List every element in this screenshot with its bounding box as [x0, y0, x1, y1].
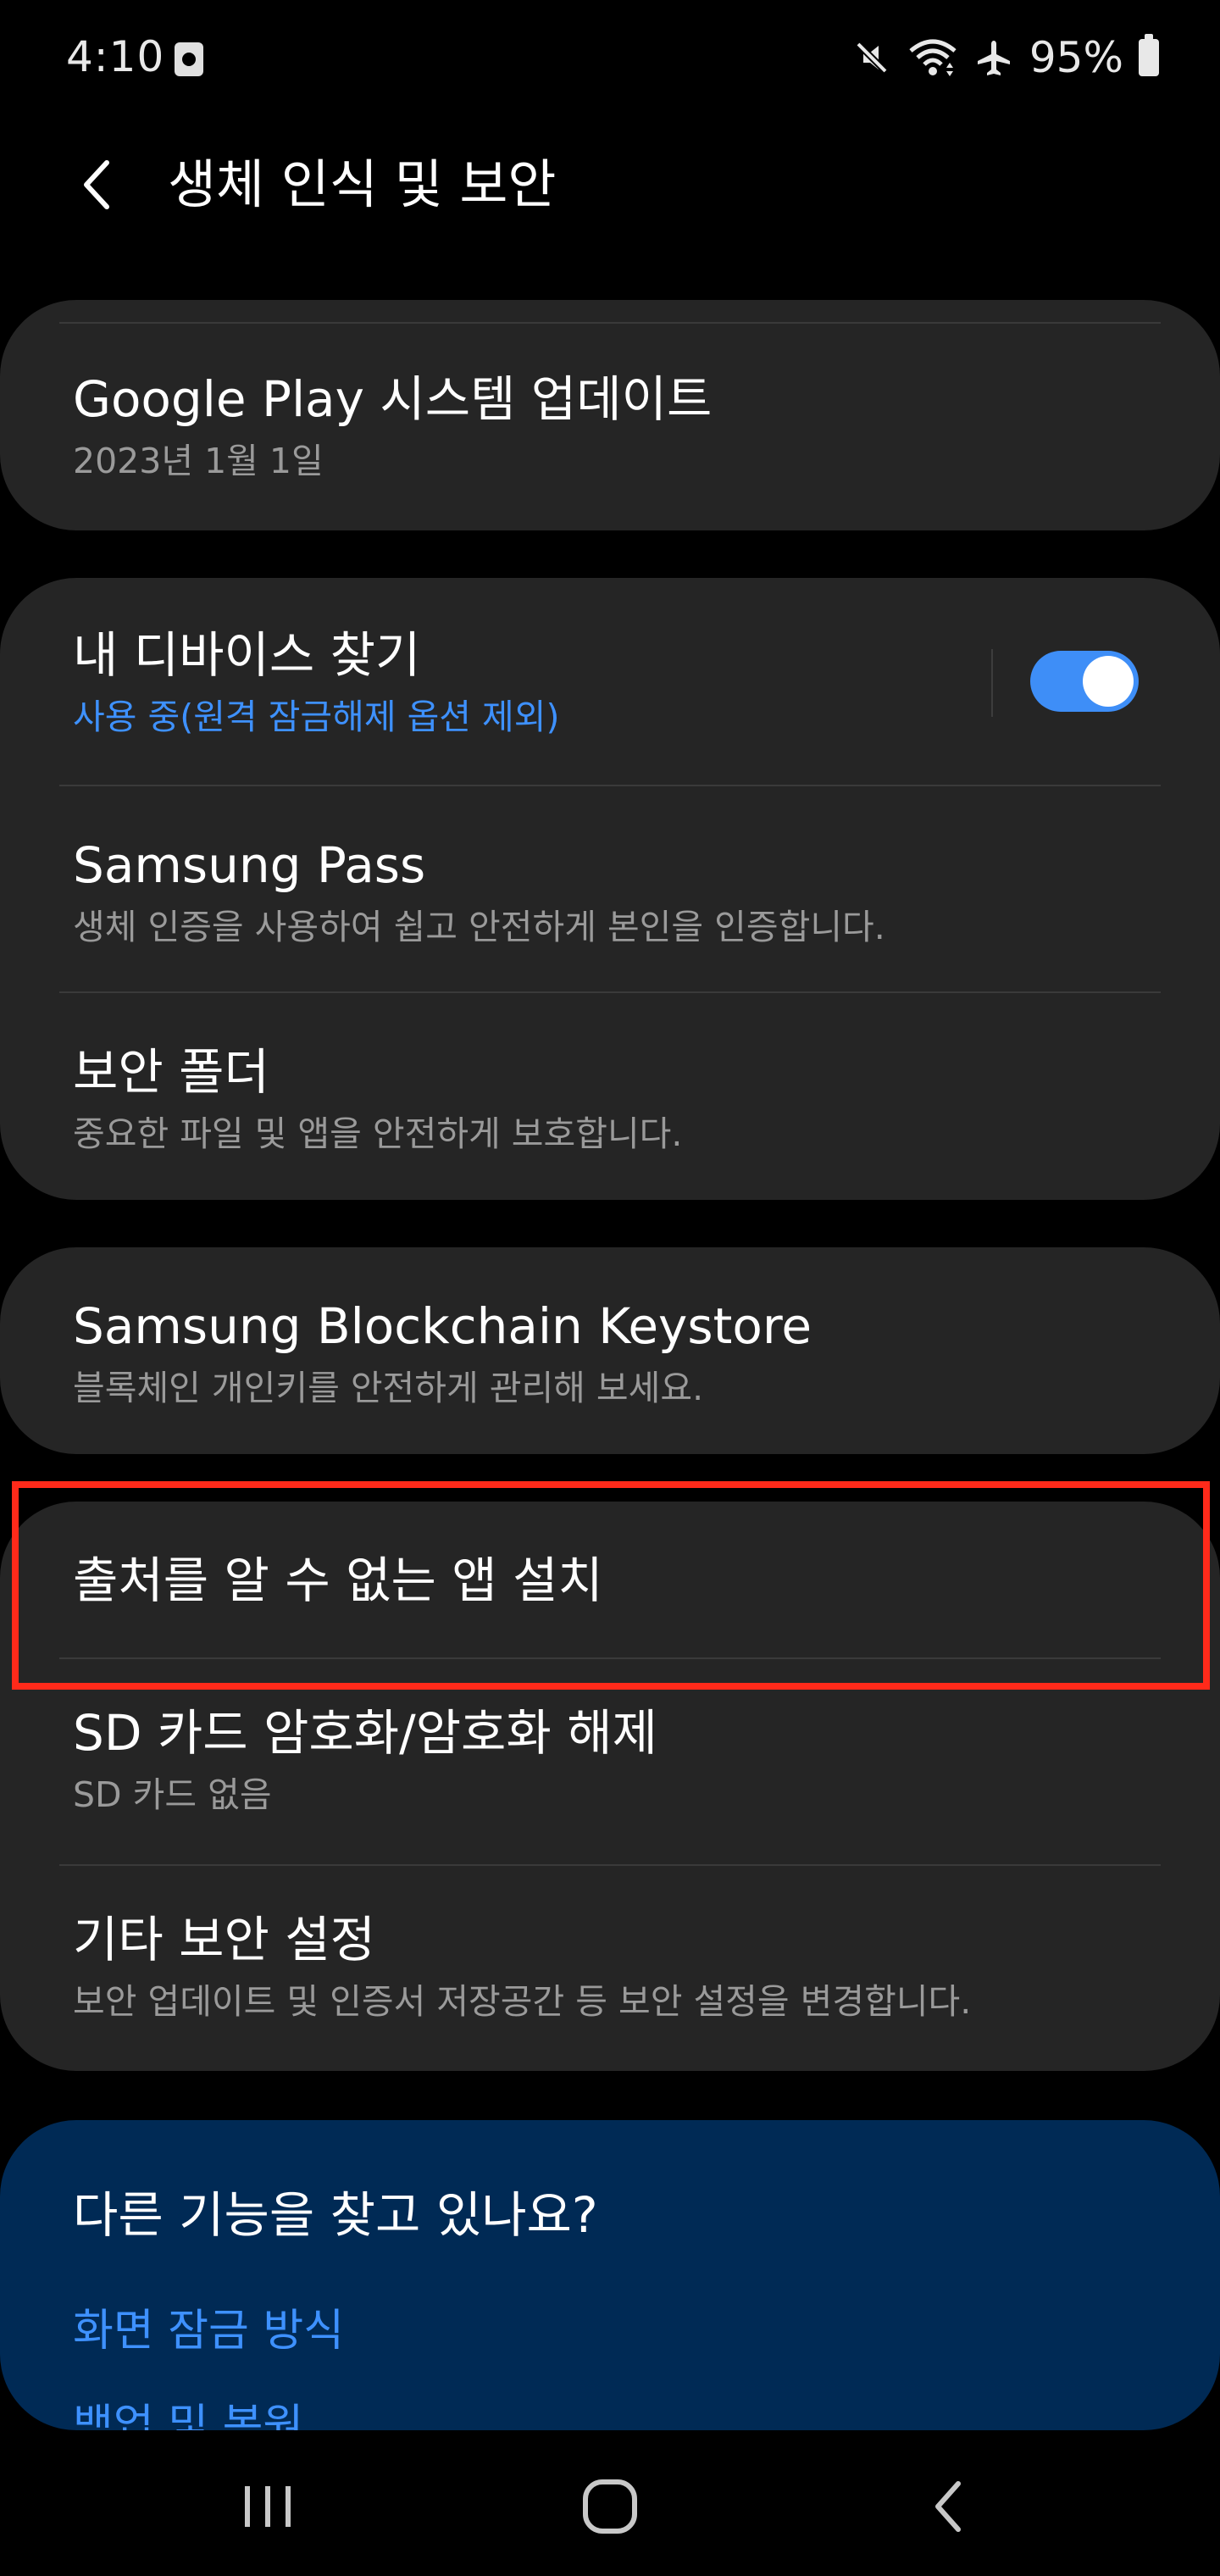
suggestion-link-backup-restore[interactable]: 백업 및 복원 — [73, 2396, 303, 2430]
back-button[interactable] — [63, 151, 130, 219]
screen-record-icon — [175, 42, 203, 76]
highlight-box — [12, 1481, 1210, 1690]
item-title: Samsung Pass — [73, 836, 426, 894]
item-subtitle: 보안 업데이트 및 인증서 저장공간 등 보안 설정을 변경합니다. — [73, 1981, 972, 2022]
divider — [59, 1864, 1161, 1866]
suggestions-title: 다른 기능을 찾고 있나요? — [73, 2186, 598, 2244]
battery-icon — [1139, 34, 1159, 76]
toggle-separator — [991, 649, 993, 717]
battery-percent: 95% — [1029, 33, 1123, 82]
item-subtitle: 중요한 파일 및 앱을 안전하게 보호합니다. — [73, 1113, 683, 1154]
card-google-play: Google Play 시스템 업데이트 2023년 1월 1일 — [0, 300, 1220, 530]
status-icons: 95% — [851, 32, 1159, 83]
suggestions-card: 다른 기능을 찾고 있나요? 화면 잠금 방식 백업 및 복원 — [0, 2120, 1220, 2430]
status-bar: 4:10 95% — [0, 0, 1220, 119]
toggle-knob — [1083, 656, 1134, 707]
top-bar: 생체 인식 및 보안 — [0, 136, 1220, 229]
item-title: Google Play 시스템 업데이트 — [73, 370, 713, 428]
item-subtitle: 생체 인증을 사용하여 쉽고 안전하게 본인을 인증합니다. — [73, 907, 885, 947]
nav-back-button[interactable] — [898, 2464, 1000, 2549]
item-subtitle: 2023년 1월 1일 — [73, 441, 324, 481]
airplane-icon — [977, 41, 1010, 75]
other-security-settings-item[interactable]: 기타 보안 설정 보안 업데이트 및 인증서 저장공간 등 보안 설정을 변경합… — [73, 1908, 1147, 2025]
divider — [59, 991, 1161, 993]
item-subtitle: 블록체인 개인키를 안전하게 관리해 보세요. — [73, 1368, 704, 1408]
home-button[interactable] — [559, 2464, 661, 2549]
find-my-device-item[interactable]: 내 디바이스 찾기 사용 중(원격 잠금해제 옵션 제외) — [73, 624, 949, 741]
page-title: 생체 인식 및 보안 — [168, 153, 557, 215]
item-title: 내 디바이스 찾기 — [73, 626, 421, 684]
item-subtitle: SD 카드 없음 — [73, 1774, 272, 1815]
status-time: 4:10 — [66, 32, 165, 81]
card-device-security: 내 디바이스 찾기 사용 중(원격 잠금해제 옵션 제외) Samsung Pa… — [0, 578, 1220, 1200]
back-arrow-icon — [84, 160, 109, 209]
item-title: 기타 보안 설정 — [73, 1911, 376, 1968]
item-title: 보안 폴더 — [73, 1043, 269, 1101]
item-title: Samsung Blockchain Keystore — [73, 1297, 812, 1355]
navigation-bar — [0, 2430, 1220, 2576]
divider — [59, 322, 1161, 324]
wifi-icon — [909, 39, 957, 76]
suggestion-link-screen-lock[interactable]: 화면 잠금 방식 — [73, 2301, 344, 2361]
home-icon — [583, 2479, 637, 2534]
item-title: SD 카드 암호화/암호화 해제 — [73, 1704, 657, 1762]
find-my-device-toggle[interactable] — [1030, 651, 1139, 712]
card-blockchain: Samsung Blockchain Keystore 블록체인 개인키를 안전… — [0, 1247, 1220, 1454]
blockchain-keystore-item[interactable]: Samsung Blockchain Keystore 블록체인 개인키를 안전… — [73, 1295, 1147, 1412]
samsung-pass-item[interactable]: Samsung Pass 생체 인증을 사용하여 쉽고 안전하게 본인을 인증합… — [73, 834, 1147, 951]
google-play-update-item[interactable]: Google Play 시스템 업데이트 2023년 1월 1일 — [73, 368, 1147, 485]
divider — [59, 785, 1161, 786]
recent-apps-icon — [245, 2486, 291, 2527]
secure-folder-item[interactable]: 보안 폴더 중요한 파일 및 앱을 안전하게 보호합니다. — [73, 1041, 1147, 1158]
mute-icon — [856, 42, 888, 74]
recent-apps-button[interactable] — [217, 2464, 319, 2549]
sd-card-encryption-item[interactable]: SD 카드 암호화/암호화 해제 SD 카드 없음 — [73, 1702, 1147, 1818]
back-icon — [935, 2481, 961, 2532]
item-subtitle: 사용 중(원격 잠금해제 옵션 제외) — [73, 697, 560, 737]
